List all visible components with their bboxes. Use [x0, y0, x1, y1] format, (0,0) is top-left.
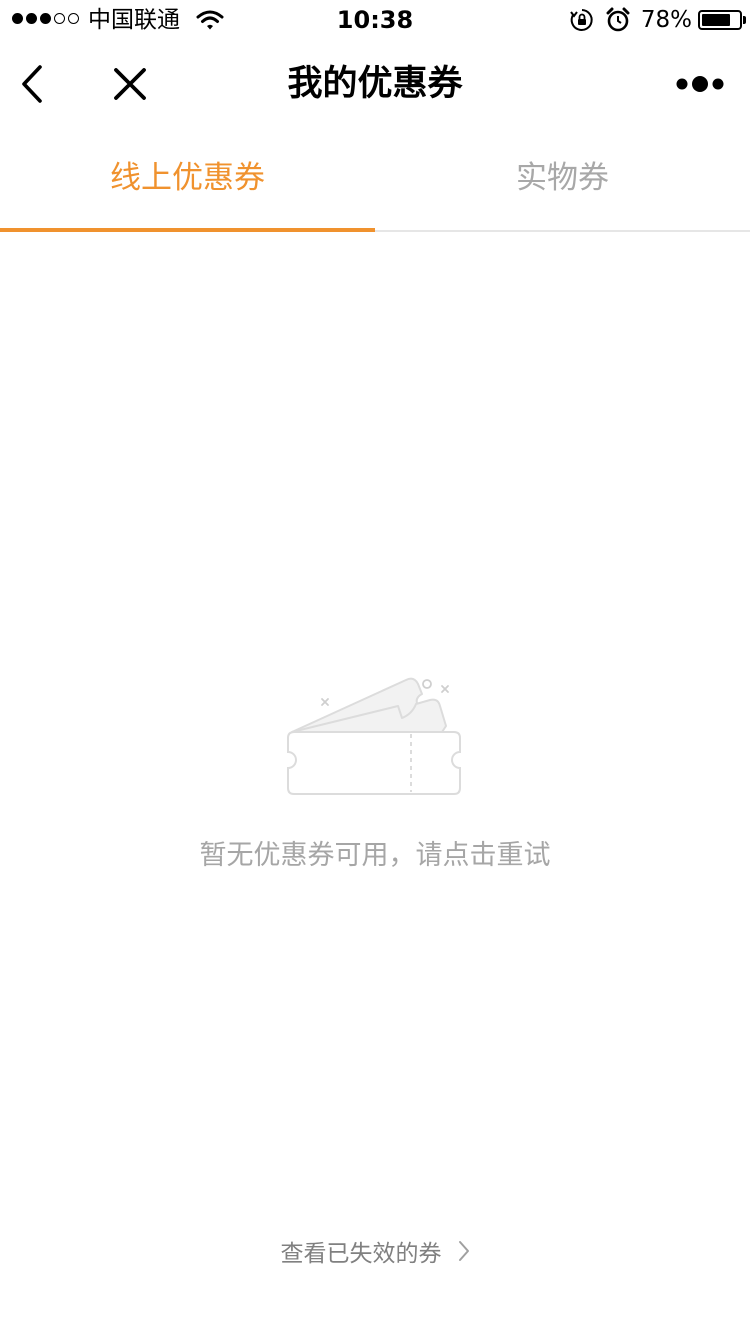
- page-title: 我的优惠券: [287, 64, 463, 104]
- battery-percentage: 78%: [640, 7, 692, 33]
- alarm-icon: [606, 7, 630, 32]
- view-expired-coupons-link[interactable]: 查看已失效的券: [0, 1230, 750, 1272]
- battery-level: [702, 14, 731, 26]
- nav-bar: 我的优惠券: [0, 40, 750, 128]
- more-icon[interactable]: [672, 70, 732, 98]
- tab-online-coupons[interactable]: 线上优惠券: [0, 128, 375, 232]
- chevron-right-icon: [458, 1241, 469, 1261]
- empty-state-message[interactable]: 暂无优惠券可用，请点击重试: [0, 836, 750, 876]
- coupon-ticket-icon: [287, 677, 461, 795]
- orientation-lock-icon: [570, 9, 593, 31]
- expired-link-label: 查看已失效的券: [280, 1241, 442, 1267]
- status-right: 78%: [569, 5, 746, 35]
- coupon-tabs: 线上优惠券 实物券: [0, 128, 750, 232]
- status-bar: 中国联通 10:38 78%: [0, 0, 750, 40]
- tab-physical-coupons[interactable]: 实物券: [375, 128, 750, 230]
- battery-icon: [698, 10, 746, 30]
